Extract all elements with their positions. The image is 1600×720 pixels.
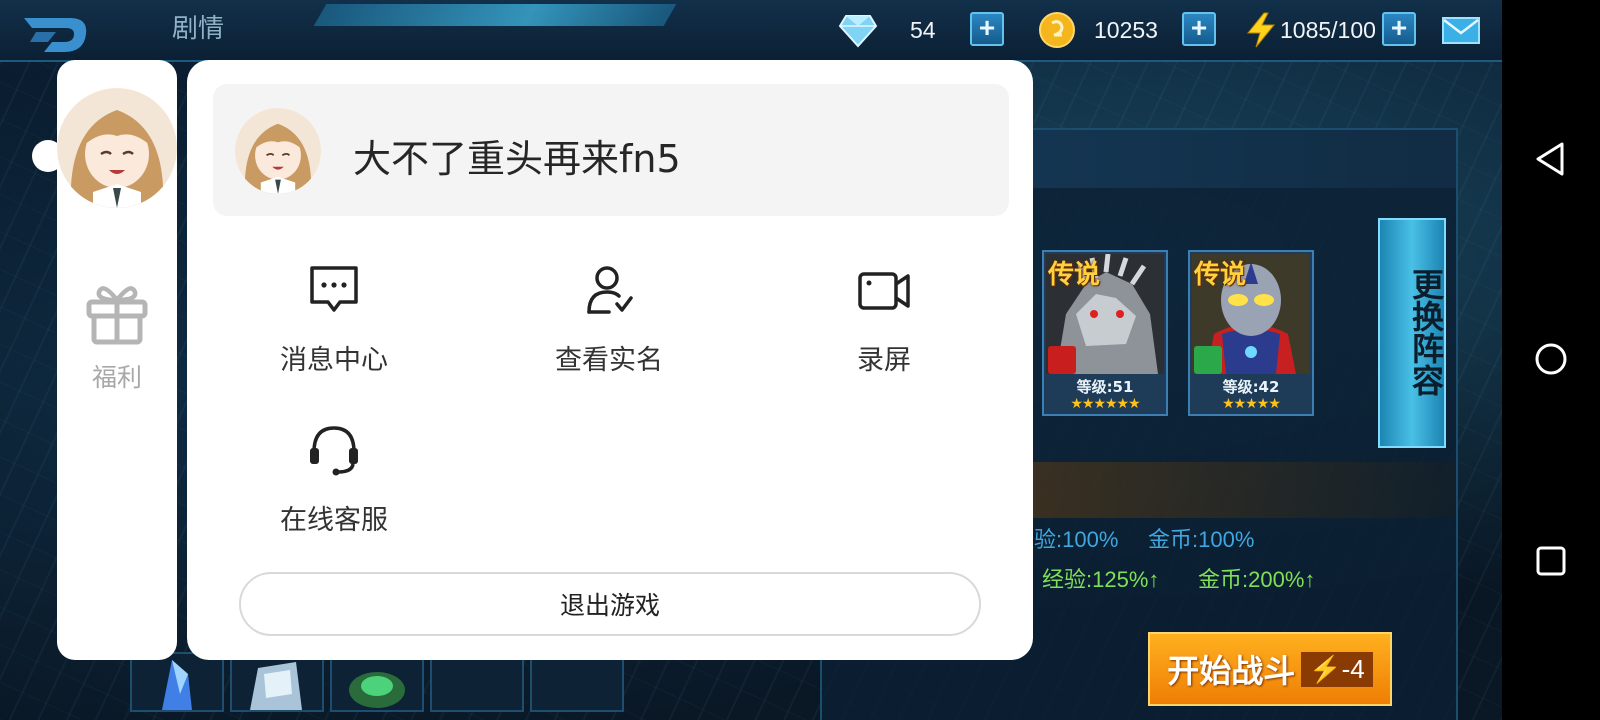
energy-count: 1085/100 [1280,16,1376,43]
gold-counter: 10253 [1038,10,1158,50]
diamond-icon [838,15,878,48]
anime-girl-avatar-image [235,108,321,194]
hero-card[interactable]: 传说 等级:51 ★★★★★★ [1042,250,1168,416]
item-slot[interactable] [330,652,424,712]
item-slot[interactable] [230,652,324,712]
anime-girl-avatar-image [57,88,177,208]
welfare-label[interactable]: 福利 [57,358,177,394]
hero-rarity-tag: 传说 [1048,260,1101,290]
battle-energy-cost: ⚡-4 [1301,651,1373,687]
add-gold-button[interactable]: + [1182,12,1216,46]
username: 大不了重头再来fn5 [353,137,681,181]
message-icon [310,266,358,312]
battle-cost-lightning-icon: ⚡ [1309,653,1342,684]
item-slot[interactable] [130,652,224,712]
battle-cost-value: -4 [1341,653,1365,684]
gold-base-bonus: 金币:100% [1148,527,1255,552]
add-energy-button[interactable]: + [1382,12,1416,46]
gold-count: 10253 [1094,16,1158,43]
hero-stars: ★★★★★★ [1070,396,1140,412]
profile-card[interactable]: 大不了重头再来fn5 [213,84,1009,216]
menu-message-center[interactable]: 消息中心 [234,262,434,392]
energy-counter: 1085/100 [1244,10,1376,50]
gift-icon[interactable] [83,278,151,346]
diamond-counter: 54 [838,10,936,50]
hero-level: 等级:51 [1076,378,1134,396]
add-diamonds-button[interactable]: + [970,12,1004,46]
avatar[interactable] [57,88,177,208]
gold-coin-icon [1039,12,1075,48]
headset-icon [310,426,358,476]
exit-game-button[interactable]: 退出游戏 [239,572,981,636]
gold-boost-bonus: 金币:200%↑ [1198,567,1316,592]
diamond-count: 54 [910,16,936,43]
back-triangle-icon[interactable] [1532,140,1570,178]
ring-item-icon [349,672,405,708]
avatar[interactable] [235,108,321,194]
element-wind-icon [1194,346,1222,374]
user-verify-icon [587,266,633,314]
menu-label: 查看实名 [555,345,663,376]
start-battle-button[interactable]: 开始战斗 ⚡-4 [1148,632,1392,706]
menu-screen-record[interactable]: 录屏 [784,262,984,392]
video-camera-icon [858,272,910,310]
menu-online-support[interactable]: 在线客服 [234,422,434,552]
item-slot-empty[interactable] [430,652,524,712]
menu-label: 消息中心 [280,345,388,376]
change-lineup-button[interactable]: 更换阵容 [1378,218,1446,448]
item-slot-empty[interactable] [530,652,624,712]
menu-view-real-name[interactable]: 查看实名 [509,262,709,392]
hero-level: 等级:42 [1222,378,1280,396]
menu-label: 在线客服 [280,505,388,536]
sdk-side-panel: 福利 [57,60,177,660]
home-circle-icon[interactable] [1532,340,1570,378]
start-battle-label: 开始战斗 [1167,652,1296,690]
crystal-item-icon [162,660,192,710]
hero-stars: ★★★★★ [1222,396,1281,412]
lightning-icon [1246,12,1276,48]
android-nav-bar [1502,0,1600,720]
back-logo-icon[interactable] [22,14,90,56]
hero-card[interactable]: 传说 等级:42 ★★★★★ [1188,250,1314,416]
sdk-main-panel: 大不了重头再来fn5 消息中心 查看实名 录屏 在线客服 退出游戏 [187,60,1033,660]
element-fire-icon [1048,346,1076,374]
mail-icon[interactable] [1442,17,1480,44]
recents-square-icon[interactable] [1532,542,1570,580]
hero-rarity-tag: 传说 [1194,260,1247,290]
menu-label: 录屏 [857,345,911,376]
change-lineup-label: 更换阵容 [1407,268,1445,396]
exp-boost-bonus: 经验:125%↑ [1042,567,1160,592]
top-bar-decoration [313,4,677,26]
armor-item-icon [250,662,302,710]
stage-title: 剧情 [172,14,225,44]
